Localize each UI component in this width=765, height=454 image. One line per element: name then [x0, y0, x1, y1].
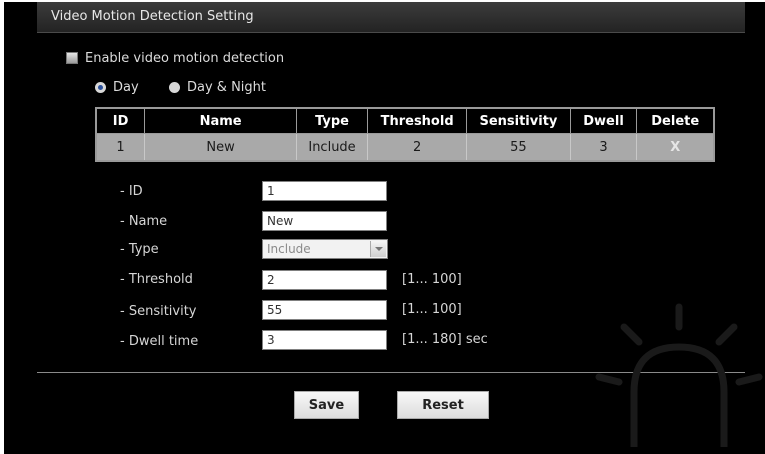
dwell-range: [1... 180] sec — [402, 332, 488, 347]
threshold-range: [1... 100] — [402, 272, 462, 287]
sensitivity-label: - Sensitivity — [120, 304, 197, 319]
day-night-radio-label: Day & Night — [187, 80, 266, 95]
table-row[interactable]: 1 New Include 2 55 3 X — [95, 133, 715, 162]
enable-motion-checkbox[interactable] — [66, 52, 78, 64]
motion-detection-panel: Video Motion Detection Setting Enable vi… — [4, 2, 765, 454]
motion-zone-table: ID Name Type Threshold Sensitivity Dwell… — [95, 107, 715, 162]
dwell-field[interactable] — [262, 330, 387, 350]
col-header-sensitivity: Sensitivity — [466, 107, 571, 134]
reset-button[interactable]: Reset — [397, 391, 489, 419]
cell-threshold: 2 — [366, 133, 468, 162]
save-button[interactable]: Save — [294, 391, 359, 419]
threshold-field[interactable] — [262, 270, 387, 290]
col-header-threshold: Threshold — [366, 107, 468, 134]
cell-type: Include — [296, 133, 368, 162]
type-label: - Type — [120, 242, 159, 257]
day-radio-label: Day — [113, 80, 139, 95]
day-radio[interactable] — [95, 82, 106, 93]
cell-sensitivity: 55 — [466, 133, 571, 162]
col-header-id: ID — [95, 107, 146, 134]
table-header-row: ID Name Type Threshold Sensitivity Dwell… — [95, 107, 715, 134]
sensitivity-range: [1... 100] — [402, 302, 462, 317]
type-select[interactable]: Include — [262, 239, 388, 259]
name-field[interactable] — [262, 211, 387, 231]
delete-zone-button[interactable]: X — [636, 133, 715, 162]
dwell-label: - Dwell time — [120, 334, 199, 349]
name-label: - Name — [120, 214, 168, 229]
id-field[interactable] — [262, 181, 387, 201]
type-select-value: Include — [267, 242, 311, 256]
sensitivity-field[interactable] — [262, 300, 387, 320]
cell-name: New — [144, 133, 298, 162]
threshold-label: - Threshold — [120, 272, 193, 287]
enable-motion-label: Enable video motion detection — [85, 51, 285, 66]
col-header-type: Type — [296, 107, 368, 134]
cell-dwell: 3 — [569, 133, 638, 162]
col-header-dwell: Dwell — [569, 107, 638, 134]
panel-title: Video Motion Detection Setting — [51, 9, 254, 24]
id-label: - ID — [120, 184, 143, 199]
col-header-name: Name — [144, 107, 298, 134]
cell-id: 1 — [95, 133, 146, 162]
day-night-radio[interactable] — [169, 82, 180, 93]
panel-header: Video Motion Detection Setting — [37, 2, 745, 33]
col-header-delete: Delete — [636, 107, 715, 134]
alarm-light-icon — [595, 303, 763, 447]
chevron-down-icon[interactable] — [370, 241, 386, 257]
